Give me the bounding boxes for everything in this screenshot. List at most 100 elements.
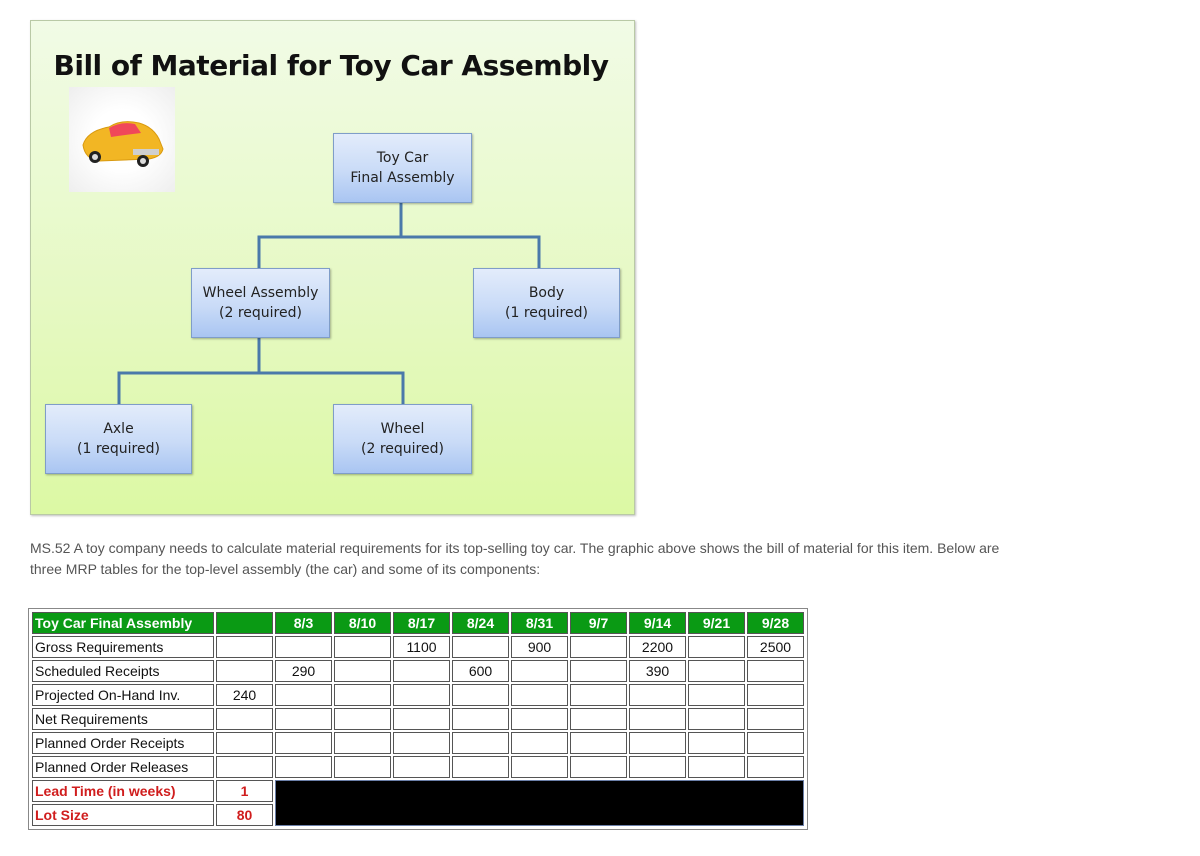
table-cell[interactable] <box>688 684 745 706</box>
table-header-row: Toy Car Final Assembly 8/3 8/10 8/17 8/24 8/3… <box>32 612 804 634</box>
table-cell[interactable] <box>629 756 686 778</box>
week-header: 9/14 <box>629 612 686 634</box>
table-cell[interactable] <box>275 636 332 658</box>
week-header: 9/28 <box>747 612 804 634</box>
table-row: Net Requirements <box>32 708 804 730</box>
connector-level1 <box>257 235 541 268</box>
week-header: 9/21 <box>688 612 745 634</box>
table-cell[interactable] <box>688 636 745 658</box>
table-cell[interactable] <box>747 684 804 706</box>
table-cell[interactable] <box>334 708 391 730</box>
table-cell[interactable] <box>452 708 509 730</box>
node-sublabel: Final Assembly <box>350 170 455 186</box>
node-sublabel: (1 required) <box>505 305 588 321</box>
problem-statement: MS.52 A toy company needs to calculate m… <box>30 540 1000 577</box>
node-sublabel: (2 required) <box>219 305 302 321</box>
table-cell[interactable] <box>452 732 509 754</box>
header-initial-cell <box>216 612 273 634</box>
table-row: Planned Order Releases <box>32 756 804 778</box>
initial-cell[interactable]: 240 <box>216 684 273 706</box>
table-cell[interactable] <box>747 708 804 730</box>
table-cell[interactable] <box>393 756 450 778</box>
table-cell[interactable] <box>688 708 745 730</box>
table-cell[interactable] <box>570 660 627 682</box>
table-cell[interactable] <box>570 732 627 754</box>
bom-diagram: Bill of Material for Toy Car Assembly To… <box>30 20 635 515</box>
node-sublabel: (1 required) <box>77 441 160 457</box>
table-cell[interactable] <box>393 732 450 754</box>
bom-node-axle: Axle (1 required) <box>45 404 192 474</box>
table-cell[interactable]: 2500 <box>747 636 804 658</box>
initial-cell[interactable] <box>216 708 273 730</box>
row-label: Gross Requirements <box>32 636 214 658</box>
table-row: Projected On-Hand Inv. 240 <box>32 684 804 706</box>
table-cell[interactable]: 900 <box>511 636 568 658</box>
node-sublabel: (2 required) <box>361 441 444 457</box>
week-header: 8/10 <box>334 612 391 634</box>
table-cell[interactable] <box>334 732 391 754</box>
table-cell[interactable] <box>334 756 391 778</box>
table-cell[interactable] <box>452 756 509 778</box>
table-cell[interactable] <box>747 660 804 682</box>
table-cell[interactable] <box>688 732 745 754</box>
table-cell[interactable] <box>275 684 332 706</box>
lot-size-label: Lot Size <box>32 804 214 826</box>
table-cell[interactable] <box>688 756 745 778</box>
table-cell[interactable] <box>511 660 568 682</box>
initial-cell[interactable] <box>216 636 273 658</box>
lead-time-label: Lead Time (in weeks) <box>32 780 214 802</box>
table-cell[interactable] <box>334 636 391 658</box>
table-cell[interactable] <box>334 684 391 706</box>
table-cell[interactable] <box>570 756 627 778</box>
table-cell[interactable]: 390 <box>629 660 686 682</box>
table-row: Scheduled Receipts 290 600 390 <box>32 660 804 682</box>
table-cell[interactable] <box>511 684 568 706</box>
week-header: 8/31 <box>511 612 568 634</box>
lead-time-row: Lead Time (in weeks) 1 <box>32 780 804 826</box>
table-cell[interactable] <box>747 756 804 778</box>
table-cell[interactable]: 1100 <box>393 636 450 658</box>
table-cell[interactable] <box>452 684 509 706</box>
table-cell[interactable] <box>275 756 332 778</box>
row-label: Planned Order Receipts <box>32 732 214 754</box>
table-cell[interactable] <box>275 732 332 754</box>
table-cell[interactable] <box>393 684 450 706</box>
week-header: 8/17 <box>393 612 450 634</box>
initial-cell[interactable] <box>216 756 273 778</box>
table-cell[interactable] <box>688 660 745 682</box>
table-cell[interactable] <box>629 684 686 706</box>
mrp-table: Toy Car Final Assembly 8/3 8/10 8/17 8/24 8/3… <box>30 610 806 828</box>
table-cell[interactable] <box>511 756 568 778</box>
table-row: Planned Order Receipts <box>32 732 804 754</box>
bom-node-wheel-assembly: Wheel Assembly (2 required) <box>191 268 330 338</box>
connector-level2 <box>117 371 405 404</box>
table-cell[interactable]: 600 <box>452 660 509 682</box>
table-cell[interactable] <box>570 684 627 706</box>
row-label: Net Requirements <box>32 708 214 730</box>
table-cell[interactable]: 290 <box>275 660 332 682</box>
table-cell[interactable] <box>452 636 509 658</box>
node-label: Toy Car <box>376 150 429 166</box>
bom-node-wheel: Wheel (2 required) <box>333 404 472 474</box>
table-title: Toy Car Final Assembly <box>32 612 214 634</box>
row-label: Projected On-Hand Inv. <box>32 684 214 706</box>
table-cell[interactable] <box>334 660 391 682</box>
week-header: 9/7 <box>570 612 627 634</box>
table-cell[interactable]: 2200 <box>629 636 686 658</box>
table-cell[interactable] <box>570 708 627 730</box>
table-cell[interactable] <box>393 708 450 730</box>
node-label: Body <box>528 285 565 301</box>
table-cell[interactable] <box>275 708 332 730</box>
table-cell[interactable] <box>570 636 627 658</box>
table-cell[interactable] <box>629 732 686 754</box>
table-cell[interactable] <box>393 660 450 682</box>
table-cell[interactable] <box>629 708 686 730</box>
initial-cell[interactable] <box>216 732 273 754</box>
table-cell[interactable] <box>511 732 568 754</box>
node-label: Axle <box>103 421 134 437</box>
table-cell[interactable] <box>747 732 804 754</box>
node-label: Wheel <box>380 421 425 437</box>
table-cell[interactable] <box>511 708 568 730</box>
initial-cell[interactable] <box>216 660 273 682</box>
table-row: Gross Requirements 1100 900 2200 2500 <box>32 636 804 658</box>
